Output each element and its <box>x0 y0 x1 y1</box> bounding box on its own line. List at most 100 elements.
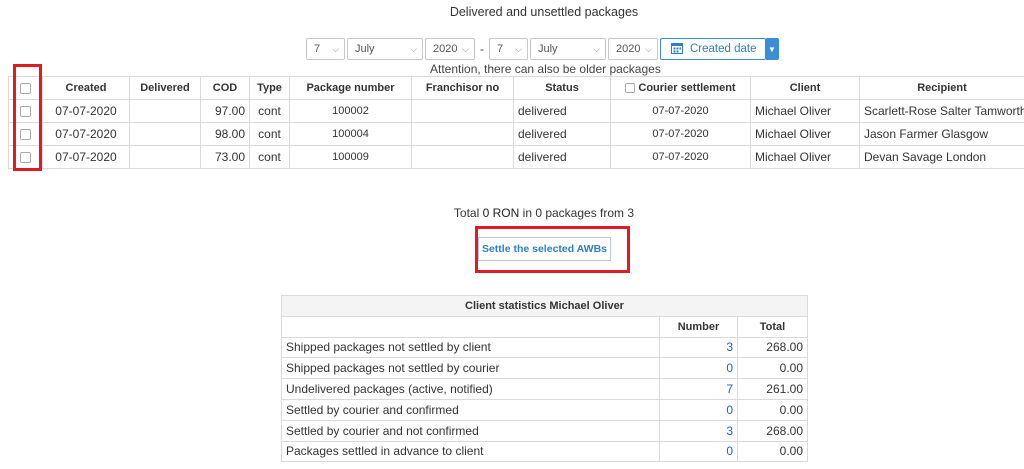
cell-delivered <box>129 122 201 146</box>
stats-row: Undelivered packages (active, notified) … <box>281 378 808 400</box>
stats-number-link[interactable]: 7 <box>659 378 738 400</box>
table-row: 07-07-2020 73.00 cont 100009 delivered 0… <box>8 145 1024 169</box>
cell-status: delivered <box>513 145 611 169</box>
cell-client: Michael Oliver <box>750 122 860 146</box>
cell-recipient: Scarlett-Rose Salter Tamworth <box>859 99 1024 123</box>
chevron-down-icon: ⌵ <box>462 43 469 54</box>
stats-total: 0.00 <box>737 357 808 380</box>
from-day-value: 7 <box>314 43 321 55</box>
to-month-select[interactable]: July ⌵ <box>530 38 606 60</box>
header-client[interactable]: Client <box>750 76 860 100</box>
header-franchisor-no[interactable]: Franchisor no <box>411 76 514 100</box>
cell-client: Michael Oliver <box>750 145 860 169</box>
header-courier-settlement[interactable]: Courier settlement <box>610 76 751 100</box>
header-delivered[interactable]: Delivered <box>129 76 201 100</box>
header-status[interactable]: Status <box>513 76 611 100</box>
cell-cod: 73.00 <box>200 145 250 169</box>
courier-settlement-link[interactable]: 07-07-2020 <box>610 99 751 123</box>
stats-row: Shipped packages not settled by courier … <box>281 357 808 380</box>
header-type[interactable]: Type <box>249 76 290 100</box>
chevron-down-icon: ⌵ <box>645 43 652 54</box>
stats-total: 0.00 <box>737 398 808 421</box>
stats-header-blank <box>281 315 660 338</box>
courier-settlement-link[interactable]: 07-07-2020 <box>610 145 751 169</box>
stats-label: Settled by courier and not confirmed <box>281 419 660 442</box>
courier-settlement-checkbox[interactable] <box>625 83 636 94</box>
date-type-dropdown-toggle[interactable]: ▼ <box>765 38 779 60</box>
package-number-link[interactable]: 100009 <box>289 145 412 169</box>
courier-settlement-label: Courier settlement <box>638 82 736 94</box>
stats-number-link[interactable]: 0 <box>659 357 738 380</box>
header-cod[interactable]: COD <box>200 76 250 100</box>
cell-client: Michael Oliver <box>750 99 860 123</box>
package-number-link[interactable]: 100004 <box>289 122 412 146</box>
from-year-value: 2020 <box>433 43 458 55</box>
cell-cod: 97.00 <box>200 99 250 123</box>
stats-row: Settled by courier and confirmed 0 0.00 <box>281 398 808 421</box>
stats-row: Packages settled in advance to client 0 … <box>281 440 808 463</box>
cell-franchisor-no <box>411 99 514 123</box>
to-year-value: 2020 <box>616 43 641 55</box>
header-recipient[interactable]: Recipient <box>859 76 1024 100</box>
stats-number-link[interactable]: 3 <box>659 419 738 442</box>
stats-label: Settled by courier and confirmed <box>281 398 660 421</box>
chevron-down-icon: ⌵ <box>332 43 339 54</box>
packages-table: Created Delivered COD Type Package numbe… <box>8 76 1024 169</box>
stats-title-row: Client statistics Michael Oliver <box>281 295 808 317</box>
to-day-select[interactable]: 7 ⌵ <box>489 38 528 60</box>
cell-delivered <box>129 145 201 169</box>
stats-header-total: Total <box>737 315 808 338</box>
stats-total: 0.00 <box>737 440 808 463</box>
stats-label: Shipped packages not settled by client <box>281 336 660 359</box>
settle-button-highlight <box>475 226 630 273</box>
table-header-row: Created Delivered COD Type Package numbe… <box>8 76 1024 100</box>
cell-cod: 98.00 <box>200 122 250 146</box>
stats-header-number: Number <box>659 315 738 338</box>
cell-franchisor-no <box>411 122 514 146</box>
attention-note: Attention, there can also be older packa… <box>430 62 661 76</box>
chevron-down-icon: ⌵ <box>593 43 600 54</box>
stats-row: Settled by courier and not confirmed 3 2… <box>281 419 808 442</box>
header-created[interactable]: Created <box>42 76 130 100</box>
page-title: Delivered and unsettled packages <box>449 5 639 19</box>
cell-status: delivered <box>513 99 611 123</box>
stats-label: Shipped packages not settled by courier <box>281 357 660 380</box>
client-statistics-table: Client statistics Michael Oliver Number … <box>281 295 808 463</box>
package-number-link[interactable]: 100002 <box>289 99 412 123</box>
from-month-select[interactable]: July ⌵ <box>347 38 423 60</box>
header-package-number[interactable]: Package number <box>289 76 412 100</box>
cell-created: 07-07-2020 <box>42 122 130 146</box>
stats-number-link[interactable]: 0 <box>659 398 738 421</box>
courier-settlement-link[interactable]: 07-07-2020 <box>610 122 751 146</box>
stats-label: Undelivered packages (active, notified) <box>281 378 660 400</box>
from-day-select[interactable]: 7 ⌵ <box>306 38 345 60</box>
stats-number-link[interactable]: 0 <box>659 440 738 463</box>
cell-recipient: Jason Farmer Glasgow <box>859 122 1024 146</box>
calendar-icon <box>671 42 683 57</box>
stats-number-link[interactable]: 3 <box>659 336 738 359</box>
table-row: 07-07-2020 98.00 cont 100004 delivered 0… <box>8 122 1024 146</box>
total-packages-text: in 0 packages from 3 <box>522 206 635 220</box>
cell-status: delivered <box>513 122 611 146</box>
chevron-down-icon: ⌵ <box>515 43 522 54</box>
created-date-button[interactable]: Created date <box>660 38 766 60</box>
from-year-select[interactable]: 2020 ⌵ <box>425 38 475 60</box>
stats-label: Packages settled in advance to client <box>281 440 660 463</box>
date-separator: - <box>480 42 484 56</box>
stats-total: 261.00 <box>737 378 808 400</box>
to-day-value: 7 <box>497 43 504 55</box>
cell-type: cont <box>249 122 290 146</box>
to-year-select[interactable]: 2020 ⌵ <box>608 38 658 60</box>
cell-franchisor-no <box>411 145 514 169</box>
cell-type: cont <box>249 145 290 169</box>
from-month-value: July <box>355 43 375 55</box>
cell-delivered <box>129 99 201 123</box>
stats-total: 268.00 <box>737 419 808 442</box>
checkbox-column-highlight <box>13 64 42 171</box>
stats-header-row: Number Total <box>281 315 808 338</box>
stats-total: 268.00 <box>737 336 808 359</box>
stats-row: Shipped packages not settled by client 3… <box>281 336 808 359</box>
total-label: Total <box>453 206 480 220</box>
cell-created: 07-07-2020 <box>42 99 130 123</box>
table-row: 07-07-2020 97.00 cont 100002 delivered 0… <box>8 99 1024 123</box>
